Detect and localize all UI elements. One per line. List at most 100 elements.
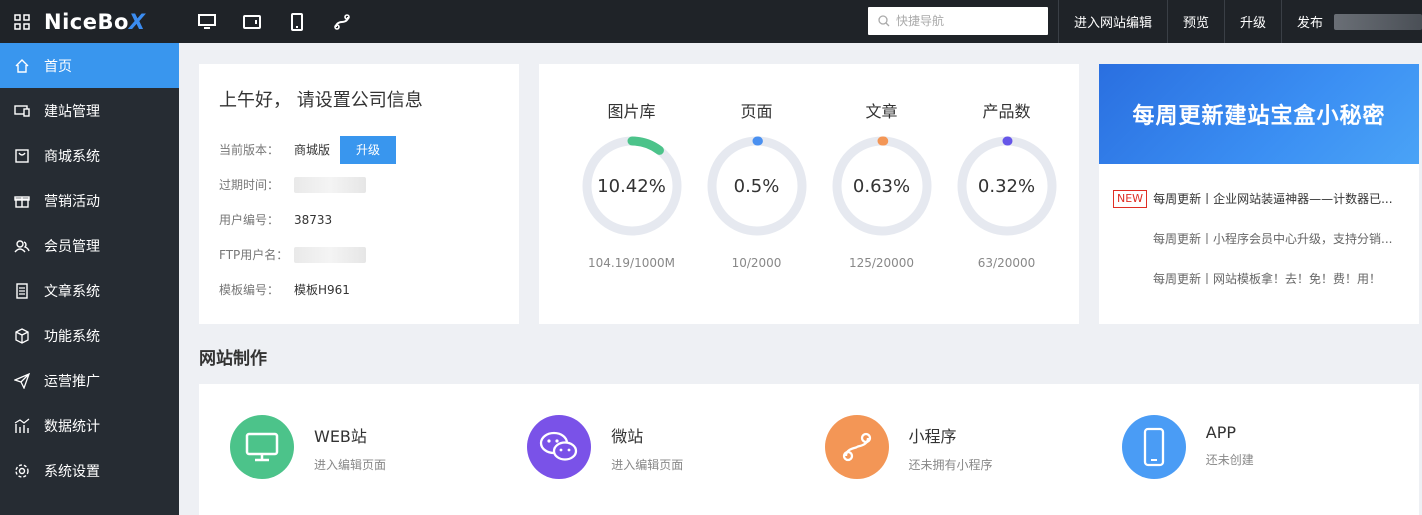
news-item[interactable]: 每周更新丨网站模板拿！去！免！费！用！: [1113, 270, 1405, 310]
upgrade-version-button[interactable]: 升级: [340, 135, 397, 164]
user-menu[interactable]: [1334, 14, 1422, 30]
news-item[interactable]: 每周更新丨小程序会员中心升级，支持分销...: [1113, 230, 1405, 270]
mobile-icon[interactable]: [274, 0, 319, 43]
edit-site-button[interactable]: 进入网站编辑: [1058, 0, 1167, 43]
template-label: 模板编号：: [219, 283, 280, 297]
logo[interactable]: NiceBoX: [44, 10, 184, 34]
usage-ring: 0.32%: [955, 134, 1059, 238]
sidebar-item-label: 系统设置: [44, 463, 100, 480]
sidebar-item-label: 运营推广: [44, 373, 100, 390]
search-icon: [878, 15, 890, 27]
sidebar-item-label: 商城系统: [44, 148, 100, 165]
stat-detail: 125/20000: [848, 256, 915, 270]
phone-icon: [1143, 427, 1164, 467]
make-item-desc[interactable]: 还未拥有小程序: [909, 456, 993, 473]
company-info-card: 上午好， 请设置公司信息 当前版本： 商城版 升级 过期时间： 用户编号： 38…: [199, 64, 519, 324]
template-row: 模板编号： 模板H961: [219, 272, 499, 307]
sidebar-item-shop[interactable]: 商城系统: [0, 133, 179, 178]
sidebar-item-label: 功能系统: [44, 328, 100, 345]
version-row: 当前版本： 商城版 升级: [219, 132, 499, 167]
sidebar-item-label: 文章系统: [44, 283, 100, 300]
users-icon: [14, 238, 30, 254]
site-making-card: WEB站 进入编辑页面 微站 进入编辑页面 小程序 还未拥有小程序 APP 还未…: [199, 384, 1419, 515]
sidebar-item-marketing[interactable]: 营销活动: [0, 178, 179, 223]
user-no-label: 用户编号：: [219, 213, 280, 227]
make-item-desc[interactable]: 还未创建: [1206, 451, 1254, 468]
apps-grid-icon[interactable]: [0, 0, 44, 43]
make-item-name: 小程序: [908, 427, 957, 446]
news-item[interactable]: NEW 每周更新丨企业网站装逼神器——计数器已...: [1113, 190, 1405, 230]
news-item-title: 每周更新丨网站模板拿！去！免！费！用！: [1153, 272, 1382, 286]
search-input[interactable]: [896, 14, 1036, 28]
search-box[interactable]: [868, 7, 1048, 35]
cube-icon: [14, 327, 30, 344]
stat-pages[interactable]: 页面 0.5% 10/2000: [694, 98, 819, 324]
sidebar-item-label: 数据统计: [44, 418, 100, 435]
news-banner[interactable]: 每周更新建站宝盒小秘密: [1099, 64, 1419, 164]
sidebar-item-settings[interactable]: 系统设置: [0, 448, 179, 493]
user-no-row: 用户编号： 38733: [219, 202, 499, 237]
usage-ring: 10.42%: [580, 134, 684, 238]
make-item-web[interactable]: WEB站 进入编辑页面: [230, 415, 527, 515]
make-item-name: 微站: [611, 427, 644, 446]
stat-articles[interactable]: 文章 0.63% 125/20000: [819, 98, 944, 324]
ftp-label: FTP用户名：: [219, 248, 289, 262]
sidebar-item-articles[interactable]: 文章系统: [0, 268, 179, 313]
sidebar-item-label: 建站管理: [44, 103, 100, 120]
miniprogram-icon[interactable]: [319, 0, 364, 43]
make-item-microsite[interactable]: 微站 进入编辑页面: [527, 415, 824, 515]
stat-detail: 10/2000: [731, 256, 782, 270]
news-list: NEW 每周更新丨企业网站装逼神器——计数器已... 每周更新丨小程序会员中心升…: [1099, 164, 1419, 310]
sidebar: 首页 建站管理 商城系统 营销活动 会员管理 文章系统 功能系统 运营推广 数据…: [0, 43, 179, 515]
sidebar-item-statistics[interactable]: 数据统计: [0, 403, 179, 448]
stat-products[interactable]: 产品数 0.32% 63/20000: [944, 98, 1069, 324]
gear-icon: [14, 463, 30, 479]
miniprogram-icon: [842, 432, 871, 462]
stat-images[interactable]: 图片库 10.42% 104.19/1000M: [569, 98, 694, 324]
stat-percent: 0.32%: [977, 175, 1036, 197]
publish-button[interactable]: 发布: [1281, 0, 1338, 43]
stat-percent: 0.63%: [852, 175, 911, 197]
make-icon-circle: [1121, 415, 1186, 479]
preview-button[interactable]: 预览: [1167, 0, 1224, 43]
wechat-icon: [540, 431, 578, 461]
top-nav: 进入网站编辑 预览 升级 发布: [1058, 0, 1338, 43]
usage-ring: 0.5%: [705, 134, 809, 238]
news-item-title: 每周更新丨小程序会员中心升级，支持分销...: [1153, 232, 1393, 246]
sidebar-item-members[interactable]: 会员管理: [0, 223, 179, 268]
home-icon: [14, 58, 30, 74]
sidebar-item-promotion[interactable]: 运营推广: [0, 358, 179, 403]
sidebar-item-site-management[interactable]: 建站管理: [0, 88, 179, 133]
expire-row: 过期时间：: [219, 167, 499, 202]
version-value: 商城版: [294, 143, 331, 157]
chart-icon: [14, 418, 30, 434]
sidebar-item-functions[interactable]: 功能系统: [0, 313, 179, 358]
template-value: 模板H961: [294, 283, 350, 297]
sidebar-item-label: 首页: [44, 58, 72, 75]
make-icon-circle: [230, 415, 294, 479]
upgrade-button[interactable]: 升级: [1224, 0, 1281, 43]
version-label: 当前版本：: [219, 143, 280, 157]
stat-detail: 104.19/1000M: [588, 256, 675, 270]
make-item-desc[interactable]: 进入编辑页面: [611, 456, 683, 473]
make-item-name: APP: [1205, 423, 1236, 442]
monitor-icon: [14, 103, 30, 119]
stat-title: 文章: [865, 102, 898, 121]
sidebar-item-label: 会员管理: [44, 238, 100, 255]
desktop-icon[interactable]: [184, 0, 229, 43]
usage-ring: 0.63%: [830, 134, 934, 238]
document-icon: [14, 282, 30, 299]
user-no-value: 38733: [294, 212, 333, 227]
make-item-desc[interactable]: 进入编辑页面: [314, 456, 386, 473]
sidebar-item-label: 营销活动: [44, 193, 100, 210]
make-item-miniprogram[interactable]: 小程序 还未拥有小程序: [824, 415, 1122, 515]
section-title: 网站制作: [199, 349, 267, 369]
make-item-app[interactable]: APP 还未创建: [1121, 415, 1419, 515]
ftp-value-redacted: [294, 246, 366, 263]
expire-label: 过期时间：: [219, 178, 280, 192]
tablet-icon[interactable]: [229, 0, 274, 43]
make-item-name: WEB站: [314, 427, 367, 446]
greeting-title[interactable]: 上午好， 请设置公司信息: [219, 86, 499, 112]
sidebar-item-home[interactable]: 首页: [0, 43, 179, 88]
expire-value-redacted: [294, 176, 366, 193]
